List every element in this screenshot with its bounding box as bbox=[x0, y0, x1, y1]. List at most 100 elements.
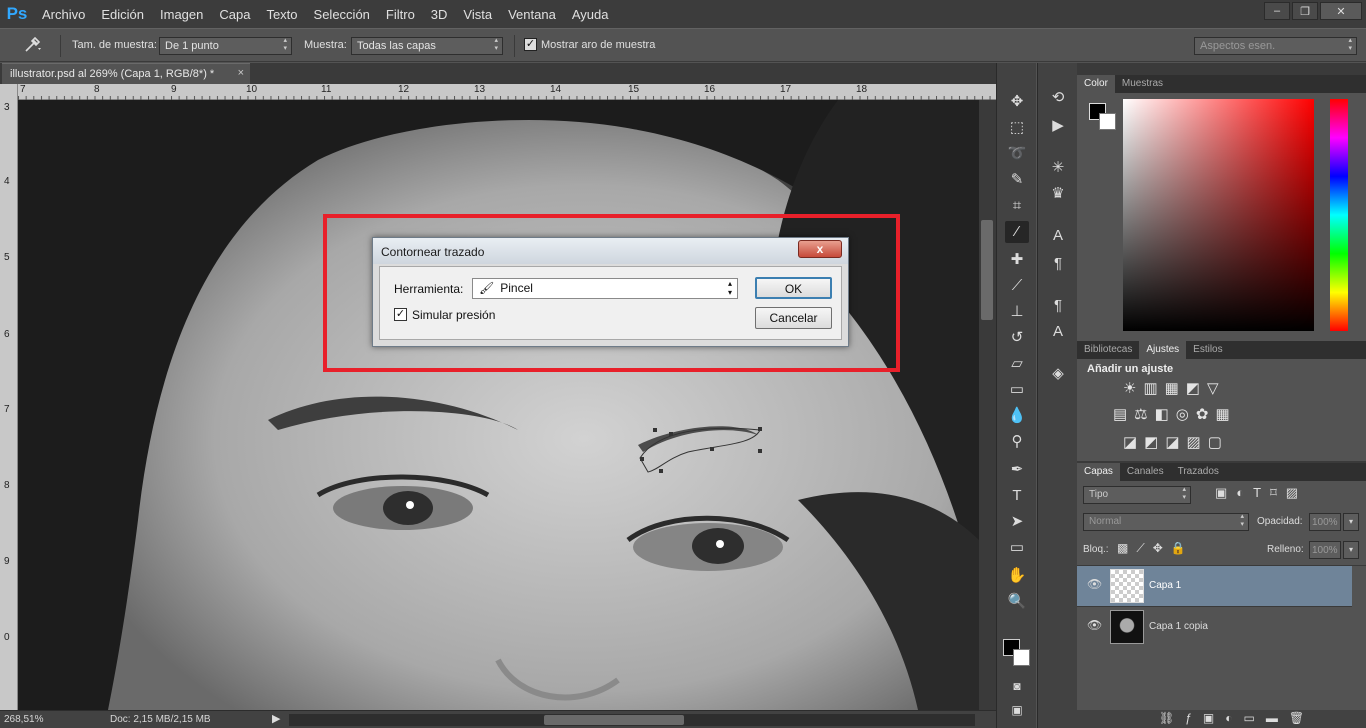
gradient-tool-icon[interactable]: ▭ bbox=[1005, 379, 1029, 401]
screen-mode-icon[interactable]: ▣ bbox=[1005, 699, 1029, 721]
pen-tool-icon[interactable]: ✒ bbox=[1005, 459, 1029, 481]
restore-button[interactable]: ❐ bbox=[1292, 2, 1318, 20]
sample-label: Muestra: bbox=[304, 39, 347, 51]
show-ring-checkbox[interactable]: ✓ bbox=[524, 38, 537, 51]
healing-brush-tool-icon[interactable]: ✚ bbox=[1005, 249, 1029, 271]
visibility-eye-icon[interactable]: 👁 bbox=[1087, 618, 1102, 632]
blur-tool-icon[interactable]: 💧 bbox=[1005, 405, 1029, 427]
visibility-eye-icon[interactable]: 👁 bbox=[1087, 577, 1102, 591]
menu-edicion[interactable]: Edición bbox=[93, 7, 152, 22]
eraser-tool-icon[interactable]: ▱ bbox=[1005, 353, 1029, 375]
tool-select[interactable]: 🖌 Pincel ▴ ▾ bbox=[472, 278, 738, 299]
menu-ayuda[interactable]: Ayuda bbox=[564, 7, 617, 22]
background-color-swatch[interactable] bbox=[1099, 113, 1116, 130]
move-tool-icon[interactable]: ✥ bbox=[1005, 91, 1029, 113]
layer-filter-icons[interactable]: ▣◐T⌑▨ bbox=[1215, 485, 1307, 501]
tab-canales[interactable]: Canales bbox=[1120, 463, 1171, 481]
close-window-button[interactable]: ✕ bbox=[1320, 2, 1362, 20]
tab-muestras[interactable]: Muestras bbox=[1115, 75, 1170, 93]
layer-row-capa-1-copia[interactable]: 👁 Capa 1 copia bbox=[1077, 606, 1352, 646]
opacity-input[interactable]: 100% bbox=[1309, 513, 1341, 531]
document-tab[interactable]: illustrator.psd al 269% (Capa 1, RGB/8*)… bbox=[2, 63, 250, 84]
ok-button[interactable]: OK bbox=[755, 277, 832, 299]
menu-vista[interactable]: Vista bbox=[455, 7, 500, 22]
status-menu-arrow-icon[interactable]: ▶ bbox=[272, 712, 280, 725]
cancel-button[interactable]: Cancelar bbox=[755, 307, 832, 329]
show-ring-label: Mostrar aro de muestra bbox=[541, 39, 656, 51]
zoom-level[interactable]: 268,51% bbox=[4, 714, 43, 725]
layer-row-capa-1[interactable]: 👁 Capa 1 bbox=[1077, 566, 1352, 606]
3d-panel-icon[interactable]: ◈ bbox=[1046, 363, 1070, 385]
hand-tool-icon[interactable]: ✋ bbox=[1005, 565, 1029, 587]
tab-estilos[interactable]: Estilos bbox=[1186, 341, 1229, 359]
color-field-picker[interactable] bbox=[1123, 99, 1314, 331]
type-tool-icon[interactable]: T bbox=[1005, 485, 1029, 507]
brush-presets-icon[interactable]: ♛ bbox=[1046, 183, 1070, 205]
vertical-scrollbar[interactable] bbox=[979, 100, 996, 710]
minimize-button[interactable]: – bbox=[1264, 2, 1290, 20]
hue-slider[interactable] bbox=[1330, 99, 1348, 331]
history-panel-icon[interactable]: ⟲ bbox=[1046, 87, 1070, 109]
layer-name[interactable]: Capa 1 bbox=[1149, 580, 1181, 591]
dodge-tool-icon[interactable]: ⚲ bbox=[1005, 431, 1029, 453]
tab-bibliotecas[interactable]: Bibliotecas bbox=[1077, 341, 1139, 359]
menu-seleccion[interactable]: Selección bbox=[306, 7, 378, 22]
layer-name[interactable]: Capa 1 copia bbox=[1149, 621, 1208, 632]
path-selection-tool-icon[interactable]: ➤ bbox=[1005, 511, 1029, 533]
quick-mask-icon[interactable]: ◙ bbox=[1005, 675, 1029, 697]
adjustment-icons-row-1[interactable]: ☀▥▦◩▽ bbox=[1123, 379, 1226, 397]
menu-texto[interactable]: Texto bbox=[258, 7, 305, 22]
sample-size-label: Tam. de muestra: bbox=[72, 39, 157, 51]
adjustment-icons-row-3[interactable]: ◪◩◪▨▢ bbox=[1123, 433, 1229, 451]
adjustment-icons-row-2[interactable]: ▤⚖◧◎✿▦ bbox=[1113, 405, 1237, 423]
crop-tool-icon[interactable]: ⌗ bbox=[1005, 195, 1029, 217]
menu-archivo[interactable]: Archivo bbox=[34, 7, 93, 22]
lock-icons[interactable]: ▩⟋✥🔒 bbox=[1117, 541, 1194, 556]
close-tab-icon[interactable]: × bbox=[238, 67, 244, 79]
eyedropper-tool-icon[interactable] bbox=[22, 36, 44, 54]
character-styles-icon[interactable]: A bbox=[1046, 321, 1070, 343]
marquee-tool-icon[interactable]: ⬚ bbox=[1005, 117, 1029, 139]
menu-capa[interactable]: Capa bbox=[211, 7, 258, 22]
layer-footer-icons[interactable]: ⛓ƒ▣◐▭▬🗑 bbox=[1159, 711, 1315, 725]
eyedropper-tool-icon[interactable]: ⁄ bbox=[1005, 221, 1029, 243]
clone-stamp-tool-icon[interactable]: ⊥ bbox=[1005, 301, 1029, 323]
blend-mode-select[interactable]: Normal bbox=[1083, 513, 1249, 531]
brush-settings-icon[interactable]: ✳ bbox=[1046, 157, 1070, 179]
actions-panel-icon[interactable]: ▶ bbox=[1046, 115, 1070, 137]
layer-filter-select[interactable]: Tipo bbox=[1083, 486, 1191, 504]
tab-ajustes[interactable]: Ajustes bbox=[1139, 341, 1187, 359]
fill-dropdown-icon[interactable]: ▾ bbox=[1343, 541, 1359, 559]
fill-input[interactable]: 100% bbox=[1309, 541, 1341, 559]
zoom-tool-icon[interactable]: 🔍 bbox=[1005, 591, 1029, 613]
menu-filtro[interactable]: Filtro bbox=[378, 7, 423, 22]
tab-capas[interactable]: Capas bbox=[1077, 463, 1120, 481]
sample-select[interactable]: Todas las capas bbox=[351, 37, 503, 55]
opacity-dropdown-icon[interactable]: ▾ bbox=[1343, 513, 1359, 531]
sample-size-select[interactable]: De 1 punto bbox=[159, 37, 292, 55]
menu-3d[interactable]: 3D bbox=[423, 7, 456, 22]
simulate-pressure-checkbox[interactable]: ✓ bbox=[394, 308, 407, 321]
scroll-thumb[interactable] bbox=[981, 220, 993, 320]
character-panel-icon[interactable]: A bbox=[1046, 225, 1070, 247]
brush-tool-icon[interactable]: ⟋ bbox=[1005, 275, 1029, 297]
history-brush-tool-icon[interactable]: ↺ bbox=[1005, 327, 1029, 349]
dialog-close-button[interactable]: x bbox=[798, 240, 842, 258]
background-color-swatch[interactable] bbox=[1013, 649, 1030, 666]
tab-color[interactable]: Color bbox=[1077, 75, 1115, 93]
ruler-label: 6 bbox=[4, 329, 10, 340]
scroll-thumb[interactable] bbox=[544, 715, 684, 725]
tab-trazados[interactable]: Trazados bbox=[1171, 463, 1226, 481]
horizontal-scrollbar[interactable] bbox=[289, 714, 975, 726]
paragraph-styles-icon[interactable]: ¶ bbox=[1046, 295, 1070, 317]
tool-label: Herramienta: bbox=[394, 282, 464, 296]
menu-imagen[interactable]: Imagen bbox=[152, 7, 211, 22]
quick-selection-tool-icon[interactable]: ✎ bbox=[1005, 169, 1029, 191]
paragraph-panel-icon[interactable]: ¶ bbox=[1046, 253, 1070, 275]
lasso-tool-icon[interactable]: ➰ bbox=[1005, 143, 1029, 165]
document-canvas[interactable] bbox=[18, 100, 979, 710]
ruler-label: 9 bbox=[4, 556, 10, 567]
menu-ventana[interactable]: Ventana bbox=[500, 7, 564, 22]
workspace-select[interactable]: Aspectos esen. bbox=[1194, 37, 1357, 55]
shape-tool-icon[interactable]: ▭ bbox=[1005, 537, 1029, 559]
